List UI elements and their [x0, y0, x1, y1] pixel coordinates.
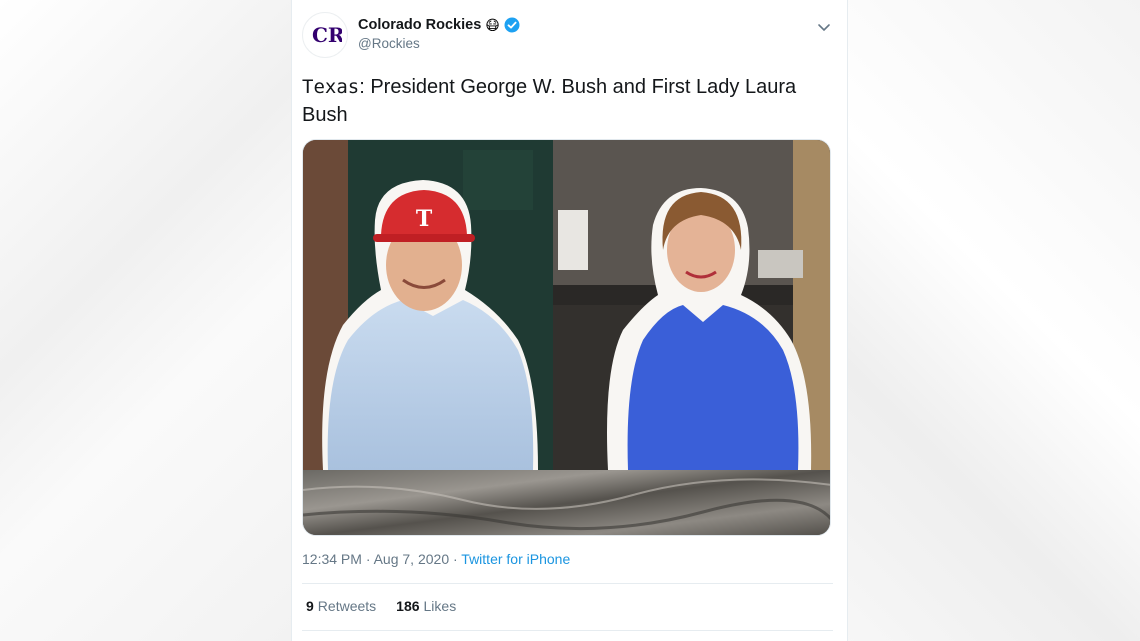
cap-logo-letter: T [416, 206, 433, 232]
tweet-photo[interactable]: T [302, 139, 831, 536]
tweet-meta: 12:34 PM · Aug 7, 2020 · Twitter for iPh… [302, 551, 570, 567]
verified-badge-icon [504, 17, 520, 33]
likes-count: 186 [396, 598, 420, 614]
avatar[interactable]: CR [302, 12, 348, 58]
likes-stat[interactable]: 186 Likes [396, 598, 456, 614]
timestamp[interactable]: 12:34 PM · Aug 7, 2020 · [302, 551, 461, 567]
author-block: Colorado Rockies 😷 @Rockies [358, 17, 520, 51]
svg-text:CR: CR [312, 23, 342, 47]
author-name[interactable]: Colorado Rockies [358, 17, 481, 33]
mask-emoji: 😷 [485, 17, 500, 33]
cutouts-photo: T [303, 140, 830, 535]
source-link[interactable]: Twitter for iPhone [461, 551, 570, 567]
background-right [840, 0, 1140, 641]
tweet-text-body: : President George W. Bush and First Lad… [302, 76, 797, 126]
retweets-count: 9 [306, 598, 314, 614]
engagement-stats: 9 Retweets 186 Likes [306, 598, 456, 614]
background-left [0, 0, 300, 641]
retweets-stat[interactable]: 9 Retweets [306, 598, 376, 614]
likes-label: Likes [423, 598, 457, 614]
chevron-down-icon[interactable] [815, 18, 833, 36]
rockies-logo-icon: CR [312, 23, 342, 47]
tweet-card: CR Colorado Rockies 😷 @Rockies Texas: Pr… [291, 0, 848, 641]
tweet-text-prefix: Texas [302, 76, 360, 98]
tweet-text: Texas: President George W. Bush and Firs… [302, 73, 832, 129]
divider-bottom [302, 630, 833, 631]
tweet-header: CR Colorado Rockies 😷 @Rockies [302, 12, 837, 58]
divider-top [302, 583, 833, 584]
author-handle[interactable]: @Rockies [358, 36, 520, 51]
retweets-label: Retweets [317, 598, 377, 614]
